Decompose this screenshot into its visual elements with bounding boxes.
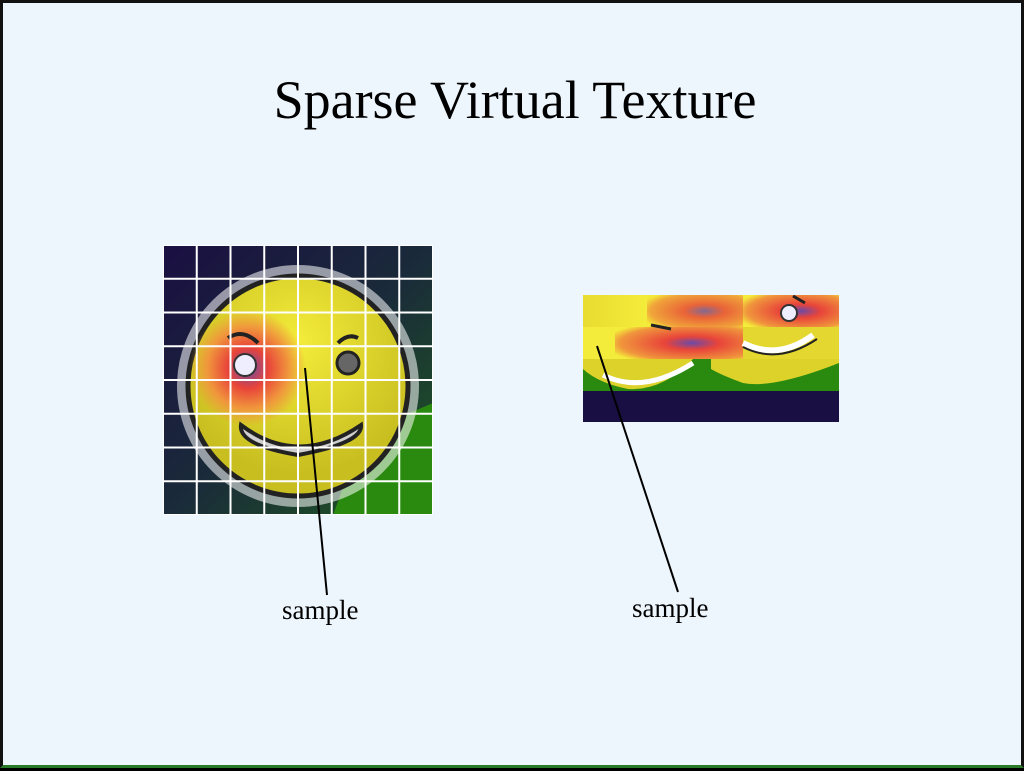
tile (583, 295, 647, 327)
left-eye-icon (233, 353, 257, 377)
tile (743, 327, 839, 359)
virtual-texture (163, 245, 433, 515)
tile-eye-icon (780, 304, 798, 322)
sample-label-physical: sample (632, 593, 709, 623)
sample-label-virtual: sample (282, 595, 359, 625)
physical-texture (583, 295, 839, 422)
slide: Sparse Virtual Texture sample sample (0, 0, 1024, 768)
diagram (163, 245, 839, 596)
tile (615, 327, 743, 359)
tile (647, 295, 743, 327)
right-eye-icon (335, 350, 361, 376)
